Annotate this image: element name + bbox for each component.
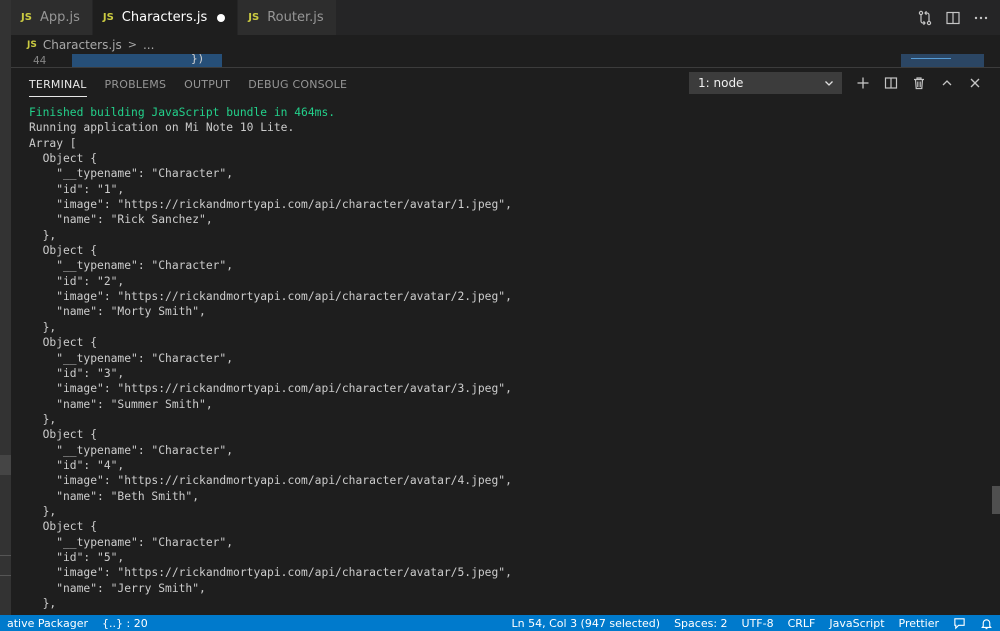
terminal-line: "name": "Morty Smith", xyxy=(29,305,206,319)
status-right-group: Ln 54, Col 3 (947 selected) Spaces: 2 UT… xyxy=(505,615,1000,631)
terminal-line: "image": "https://rickandmortyapi.com/ap… xyxy=(29,566,512,580)
terminal-line: }, xyxy=(29,504,57,518)
terminal-scrollbar[interactable] xyxy=(992,486,1000,514)
terminal-line: "id": "1", xyxy=(29,182,125,196)
terminal-line: "image": "https://rickandmortyapi.com/ap… xyxy=(29,474,512,488)
terminal-line: "__typename": "Character", xyxy=(29,535,234,549)
javascript-file-icon: JS xyxy=(27,39,37,50)
terminal-line: "__typename": "Character", xyxy=(29,351,234,365)
terminal-line: }, xyxy=(29,412,57,426)
split-terminal-icon[interactable] xyxy=(880,72,902,94)
terminal-line: "id": "5", xyxy=(29,550,125,564)
terminal-line: }, xyxy=(29,597,57,610)
terminal-line: "name": "Beth Smith", xyxy=(29,489,200,503)
status-prettier[interactable]: Prettier xyxy=(892,615,946,631)
terminal-line: "__typename": "Character", xyxy=(29,167,234,181)
editor-area[interactable]: 44 }) xyxy=(11,54,1000,67)
tab-terminal-label: TERMINAL xyxy=(29,72,87,97)
terminal-line: Object { xyxy=(29,428,98,442)
javascript-file-icon: JS xyxy=(102,12,114,23)
terminal-line: "name": "Jerry Smith", xyxy=(29,581,206,595)
terminal-output[interactable]: Finished building JavaScript bundle in 4… xyxy=(29,105,979,613)
status-bar: ative Packager {..} : 20 Ln 54, Col 3 (9… xyxy=(0,615,1000,631)
terminal-line: Object { xyxy=(29,244,98,258)
breadcrumb-separator: > xyxy=(127,38,137,51)
activity-bar-divider xyxy=(0,575,11,576)
status-port[interactable]: {..} : 20 xyxy=(95,615,155,631)
trash-icon[interactable] xyxy=(908,72,930,94)
terminal-selector-dropdown[interactable]: 1: node xyxy=(689,72,842,94)
tab-problems-label: PROBLEMS xyxy=(104,77,167,91)
terminal-line: "name": "Summer Smith", xyxy=(29,397,213,411)
bell-icon[interactable] xyxy=(973,615,1000,631)
terminal-line: "id": "2", xyxy=(29,274,125,288)
terminal-line: Object { xyxy=(29,520,98,534)
breadcrumb: JS Characters.js > ... xyxy=(11,35,1000,54)
activity-bar-edge xyxy=(0,0,11,615)
unsaved-dot-icon[interactable] xyxy=(217,13,226,22)
terminal-line: "image": "https://rickandmortyapi.com/ap… xyxy=(29,290,512,304)
feedback-icon[interactable] xyxy=(946,615,973,631)
tab-router-js[interactable]: JS Router.js xyxy=(238,0,337,35)
breadcrumb-symbol[interactable]: ... xyxy=(143,38,154,52)
breadcrumb-file[interactable]: Characters.js xyxy=(43,38,122,52)
terminal-line: "id": "4", xyxy=(29,458,125,472)
tab-label: App.js xyxy=(39,10,80,25)
tab-problems[interactable]: PROBLEMS xyxy=(96,68,176,100)
terminal-line: "__typename": "Character", xyxy=(29,443,234,457)
tab-output[interactable]: OUTPUT xyxy=(175,68,239,100)
editor-actions xyxy=(914,0,1000,35)
terminal-line: Running application on Mi Note 10 Lite. xyxy=(29,121,295,135)
terminal-line: Finished building JavaScript bundle in 4… xyxy=(29,106,336,119)
tab-app-js[interactable]: JS App.js xyxy=(11,0,93,35)
tab-debug-console-label: DEBUG CONSOLE xyxy=(248,77,348,91)
terminal-line: "name": "Rick Sanchez", xyxy=(29,213,213,227)
terminal-line: Object { xyxy=(29,152,98,166)
chevron-down-icon xyxy=(823,77,835,92)
activity-bar-divider xyxy=(0,555,11,556)
minimap[interactable] xyxy=(901,54,984,67)
tab-characters-js[interactable]: JS Characters.js xyxy=(92,0,239,35)
add-terminal-icon[interactable] xyxy=(852,72,874,94)
terminal-line: "__typename": "Character", xyxy=(29,259,234,273)
terminal-line: Object { xyxy=(29,336,98,350)
status-cursor-position[interactable]: Ln 54, Col 3 (947 selected) xyxy=(505,615,668,631)
activity-bar-indicator xyxy=(0,455,11,475)
tab-label: Characters.js xyxy=(121,10,208,25)
tab-terminal[interactable]: TERMINAL xyxy=(11,68,96,100)
panel-actions xyxy=(852,72,986,94)
status-react-native-packager[interactable]: ative Packager xyxy=(0,615,95,631)
compare-changes-icon[interactable] xyxy=(914,7,936,29)
tab-debug-console[interactable]: DEBUG CONSOLE xyxy=(239,68,356,100)
split-editor-icon[interactable] xyxy=(942,7,964,29)
status-language[interactable]: JavaScript xyxy=(822,615,891,631)
terminal-line: "id": "3", xyxy=(29,366,125,380)
javascript-file-icon: JS xyxy=(248,12,260,23)
line-number: 44 xyxy=(33,54,47,67)
terminal-line: }, xyxy=(29,228,57,242)
tab-output-label: OUTPUT xyxy=(184,77,231,91)
close-panel-icon[interactable] xyxy=(964,72,986,94)
terminal-line: Array [ xyxy=(29,136,77,150)
status-line-ending[interactable]: CRLF xyxy=(781,615,823,631)
bottom-panel: TERMINAL PROBLEMS OUTPUT DEBUG CONSOLE 1… xyxy=(11,67,1000,615)
minimap-line xyxy=(911,58,951,59)
more-actions-icon[interactable] xyxy=(970,7,992,29)
maximize-panel-icon[interactable] xyxy=(936,72,958,94)
terminal-line: }, xyxy=(29,320,57,334)
status-indentation[interactable]: Spaces: 2 xyxy=(667,615,734,631)
terminal-line: "image": "https://rickandmortyapi.com/ap… xyxy=(29,382,512,396)
tab-label: Router.js xyxy=(267,10,324,25)
editor-tab-bar: JS App.js JS Characters.js JS Router.js xyxy=(11,0,1000,35)
terminal-selector-value: 1: node xyxy=(698,76,744,90)
code-line: }) xyxy=(85,54,205,65)
javascript-file-icon: JS xyxy=(21,12,32,23)
status-encoding[interactable]: UTF-8 xyxy=(735,615,781,631)
terminal-line: "image": "https://rickandmortyapi.com/ap… xyxy=(29,198,512,212)
